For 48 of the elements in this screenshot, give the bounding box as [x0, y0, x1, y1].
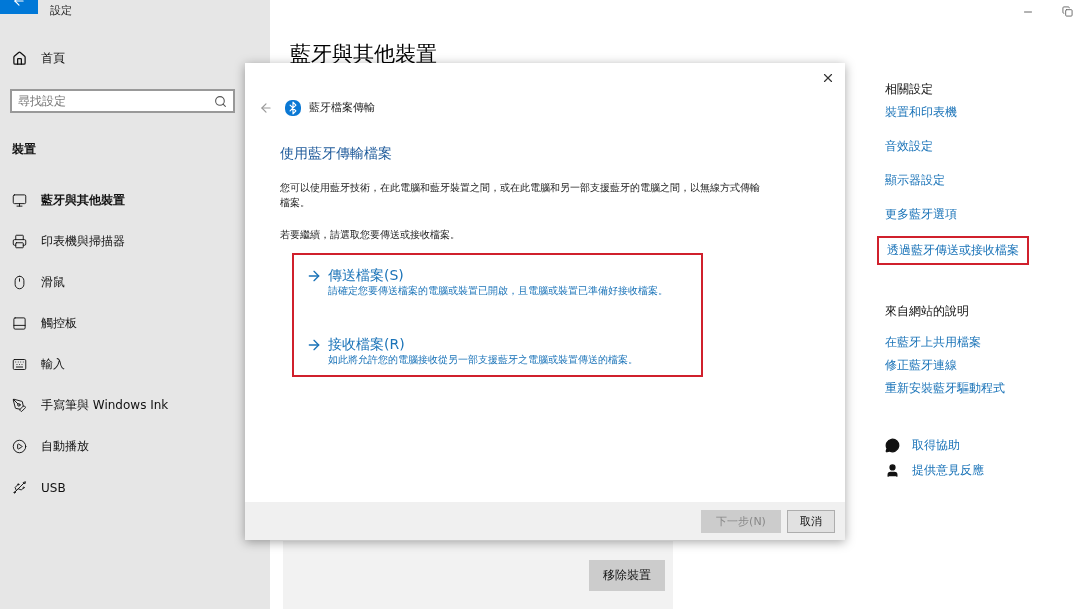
usb-icon — [12, 480, 27, 495]
printer-icon — [12, 234, 27, 249]
bluetooth-icon — [285, 100, 301, 116]
device-icon — [12, 193, 27, 208]
cancel-button[interactable]: 取消 — [787, 509, 835, 533]
section-heading: 相關設定 — [885, 82, 934, 97]
touchpad-icon — [12, 316, 27, 331]
keyboard-icon — [12, 357, 27, 372]
person-icon — [885, 463, 900, 478]
prompt-text: 若要繼續，請選取您要傳送或接收檔案。 — [280, 228, 461, 242]
sidebar-item[interactable]: USB — [0, 467, 270, 508]
sidebar-item[interactable]: 觸控板 — [0, 303, 270, 344]
section-heading: 裝置 — [11, 141, 37, 158]
help-link[interactable]: 重新安裝藍牙驅動程式 — [885, 381, 1005, 396]
window-title: 設定 — [50, 3, 72, 18]
sidebar-item[interactable]: 輸入 — [0, 344, 270, 385]
help-link[interactable]: 在藍牙上共用檔案 — [885, 335, 981, 350]
sidebar-item[interactable]: 自動播放 — [0, 426, 270, 467]
restore-icon — [1062, 6, 1073, 17]
dialog-heading: 使用藍牙傳輸檔案 — [280, 145, 393, 163]
settings-link[interactable]: 更多藍牙選項 — [885, 207, 957, 222]
option-link[interactable]: 傳送檔案(S) 請確定您要傳送檔案的電腦或裝置已開啟，且電腦或裝置已準備好接收檔案。 — [306, 266, 689, 298]
section-heading: 來自網站的說明 — [885, 304, 970, 319]
home-icon — [12, 51, 27, 66]
settings-link[interactable]: 顯示器設定 — [885, 173, 945, 188]
search-field[interactable]: 尋找設定 — [18, 94, 198, 108]
mouse-icon — [12, 275, 27, 290]
help-link[interactable]: 修正藍牙連線 — [885, 358, 957, 373]
dialog-title: 藍牙檔案傳輸 — [309, 101, 375, 115]
chat-bubble-icon — [885, 438, 900, 453]
settings-link[interactable]: 音效設定 — [885, 139, 933, 154]
support-link[interactable]: 提供意見反應 — [912, 463, 984, 478]
remove-device-button[interactable]: 移除裝置 — [589, 559, 665, 591]
search-box[interactable]: 尋找設定 — [10, 89, 235, 113]
page-title: 藍牙與其他裝置 — [290, 41, 438, 68]
home-item[interactable]: 首頁 — [0, 38, 270, 79]
settings-link[interactable]: 裝置和印表機 — [885, 105, 957, 120]
play-icon — [12, 439, 27, 454]
settings-link[interactable]: 透過藍牙傳送或接收檔案 — [877, 236, 1029, 265]
close-icon — [821, 71, 835, 85]
sidebar-item[interactable]: 手寫筆與 Windows Ink — [0, 385, 270, 426]
search-icon — [214, 94, 227, 108]
pen-icon — [12, 398, 27, 413]
option-link[interactable]: 接收檔案(R) 如此將允許您的電腦接收從另一部支援藍牙之電腦或裝置傳送的檔案。 — [306, 335, 689, 367]
description-text: 您可以使用藍牙技術，在此電腦和藍牙裝置之間，或在此電腦和另一部支援藍牙的電腦之間，以無線方式傳輸檔案。 — [280, 181, 760, 210]
support-link[interactable]: 取得協助 — [912, 438, 960, 453]
sidebar-item[interactable]: 印表機與掃描器 — [0, 221, 270, 262]
sidebar-item[interactable]: 滑鼠 — [0, 262, 270, 303]
